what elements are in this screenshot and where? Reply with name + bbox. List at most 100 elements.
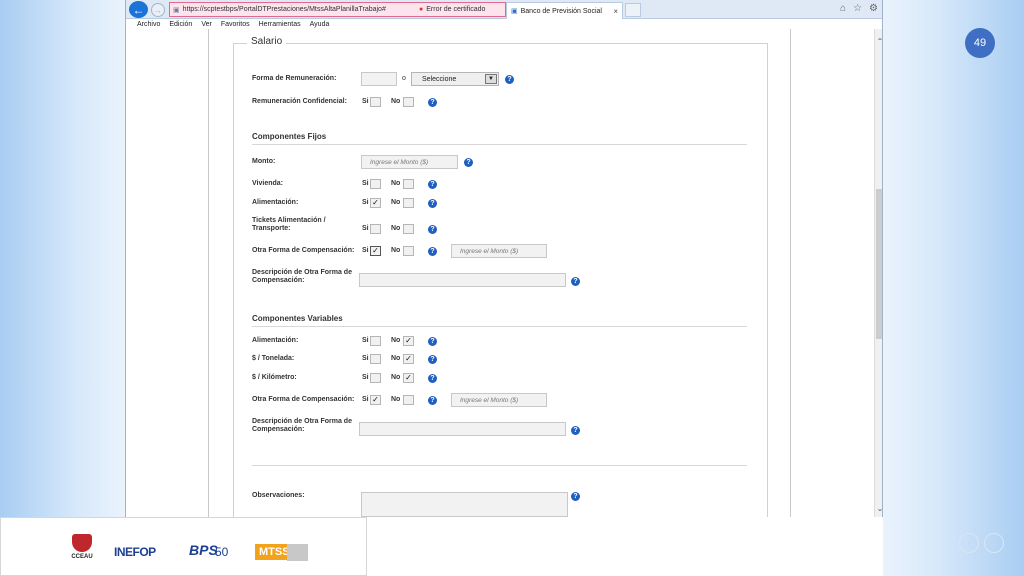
favorites-star-icon[interactable]: ☆ [853,3,862,14]
menu-archivo[interactable]: Archivo [137,21,160,28]
browser-window: ← → ▣ https://scptestbps/PortalDTPrestac… [125,0,883,517]
monto-label: Monto: [252,158,276,165]
next-slide-icon[interactable]: › [984,533,1004,553]
descripcion-fijo-input[interactable] [359,273,566,287]
remuneracion-confidencial-yes-checkbox[interactable] [370,97,381,107]
otra-compensacion-fijo-label: Otra Forma de Compensación: [252,247,355,254]
tab-favicon: ▣ [511,8,518,15]
help-icon[interactable]: ? [464,158,473,167]
page-right-border [790,29,791,517]
tickets-no-checkbox[interactable] [403,224,414,234]
descripcion-variable-label-line2: Compensación: [252,426,305,433]
alimentacion-fijo-no-checkbox[interactable] [403,198,414,208]
alimentacion-fijo-yes-checkbox[interactable]: ✓ [370,198,381,208]
no-label: No [391,98,401,105]
otra-compensacion-variable-no-checkbox[interactable] [403,395,414,405]
tonelada-label: $ / Tonelada: [252,355,295,362]
help-icon[interactable]: ? [428,396,437,405]
bps-50-anniversary-mark: 50 [215,545,229,559]
otra-compensacion-fijo-yes-checkbox[interactable]: ✓ [370,246,381,256]
help-icon[interactable]: ? [428,337,437,346]
menu-herramientas[interactable]: Herramientas [259,21,301,28]
chevron-down-icon: ▼ [485,74,497,84]
browser-toolbar-icons: ⌂ ☆ ⚙ [840,3,878,14]
settings-gear-icon[interactable]: ⚙ [869,3,878,14]
slide-navigation: ‹ › [959,533,1004,553]
menu-edicion[interactable]: Edición [169,21,192,28]
cceau-logo-text: CCEAU [71,554,93,560]
help-icon[interactable]: ? [428,374,437,383]
help-icon[interactable]: ? [571,492,580,501]
no-label: No [391,396,401,403]
menu-favoritos[interactable]: Favoritos [221,21,250,28]
scroll-thumb[interactable] [876,189,882,339]
no-label: No [391,355,401,362]
descripcion-variable-input[interactable] [359,422,566,436]
vivienda-no-checkbox[interactable] [403,179,414,189]
menu-ver[interactable]: Ver [201,21,212,28]
help-icon[interactable]: ? [428,225,437,234]
no-label: No [391,225,401,232]
scroll-up-icon[interactable]: ⌃ [875,37,882,46]
section-divider [252,326,747,327]
no-label: No [391,180,401,187]
forma-remuneracion-input[interactable] [361,72,397,86]
yes-label: Si [362,98,369,105]
section-divider [252,144,747,145]
yes-label: Si [362,199,369,206]
certificate-error-button[interactable]: ● Error de certificado [416,2,506,17]
new-tab-button[interactable] [625,3,641,17]
slide-background-left [0,0,125,576]
otra-compensacion-fijo-monto-input[interactable]: Ingrese el Monto ($) [451,244,547,258]
inefop-logo: INEFOP [114,545,156,559]
tonelada-no-checkbox[interactable]: ✓ [403,354,414,364]
alimentacion-variable-no-checkbox[interactable]: ✓ [403,336,414,346]
help-icon[interactable]: ? [428,98,437,107]
cceau-emblem-icon [72,534,92,552]
remuneracion-confidencial-label: Remuneración Confidencial: [252,98,347,105]
componentes-fijos-title: Componentes Fijos [252,132,327,141]
section-divider [252,465,747,466]
help-icon[interactable]: ? [571,277,580,286]
help-icon[interactable]: ? [428,355,437,364]
help-icon[interactable]: ? [428,247,437,256]
scroll-down-icon[interactable]: ⌄ [875,504,882,513]
tonelada-yes-checkbox[interactable] [370,354,381,364]
no-label: No [391,199,401,206]
help-icon[interactable]: ? [505,75,514,84]
tickets-yes-checkbox[interactable] [370,224,381,234]
help-icon[interactable]: ? [428,199,437,208]
yes-label: Si [362,180,369,187]
help-icon[interactable]: ? [428,180,437,189]
yes-label: Si [362,355,369,362]
observaciones-textarea[interactable] [361,492,568,517]
error-icon: ● [419,6,424,13]
otra-compensacion-variable-yes-checkbox[interactable]: ✓ [370,395,381,405]
home-icon[interactable]: ⌂ [840,3,846,14]
browser-menubar: Archivo Edición Ver Favoritos Herramient… [126,19,882,29]
otra-compensacion-variable-monto-input[interactable]: Ingrese el Monto ($) [451,393,547,407]
close-tab-icon[interactable]: × [613,7,618,16]
bps-logo: BPS [189,542,218,558]
menu-ayuda[interactable]: Ayuda [310,21,330,28]
prev-slide-icon[interactable]: ‹ [959,533,979,553]
no-label: No [391,247,401,254]
help-icon[interactable]: ? [571,426,580,435]
forma-remuneracion-select[interactable]: Seleccione ▼ [411,72,499,86]
vivienda-yes-checkbox[interactable] [370,179,381,189]
kilometro-label: $ / Kilómetro: [252,374,297,381]
kilometro-no-checkbox[interactable]: ✓ [403,373,414,383]
vertical-scrollbar[interactable]: ⌃ ⌄ [874,29,882,517]
alimentacion-variable-label: Alimentación: [252,337,299,344]
alimentacion-variable-yes-checkbox[interactable] [370,336,381,346]
otra-compensacion-variable-label: Otra Forma de Compensación: [252,396,355,403]
otra-compensacion-fijo-no-checkbox[interactable] [403,246,414,256]
back-arrow-icon[interactable]: ← [129,1,148,18]
monto-input[interactable]: Ingrese el Monto ($) [361,155,458,169]
browser-tab[interactable]: ▣ Banco de Previsión Social × [506,2,623,19]
yes-label: Si [362,337,369,344]
remuneracion-confidencial-no-checkbox[interactable] [403,97,414,107]
kilometro-yes-checkbox[interactable] [370,373,381,383]
forward-arrow-icon[interactable]: → [151,3,165,17]
descripcion-variable-label-line1: Descripción de Otra Forma de [252,418,352,425]
